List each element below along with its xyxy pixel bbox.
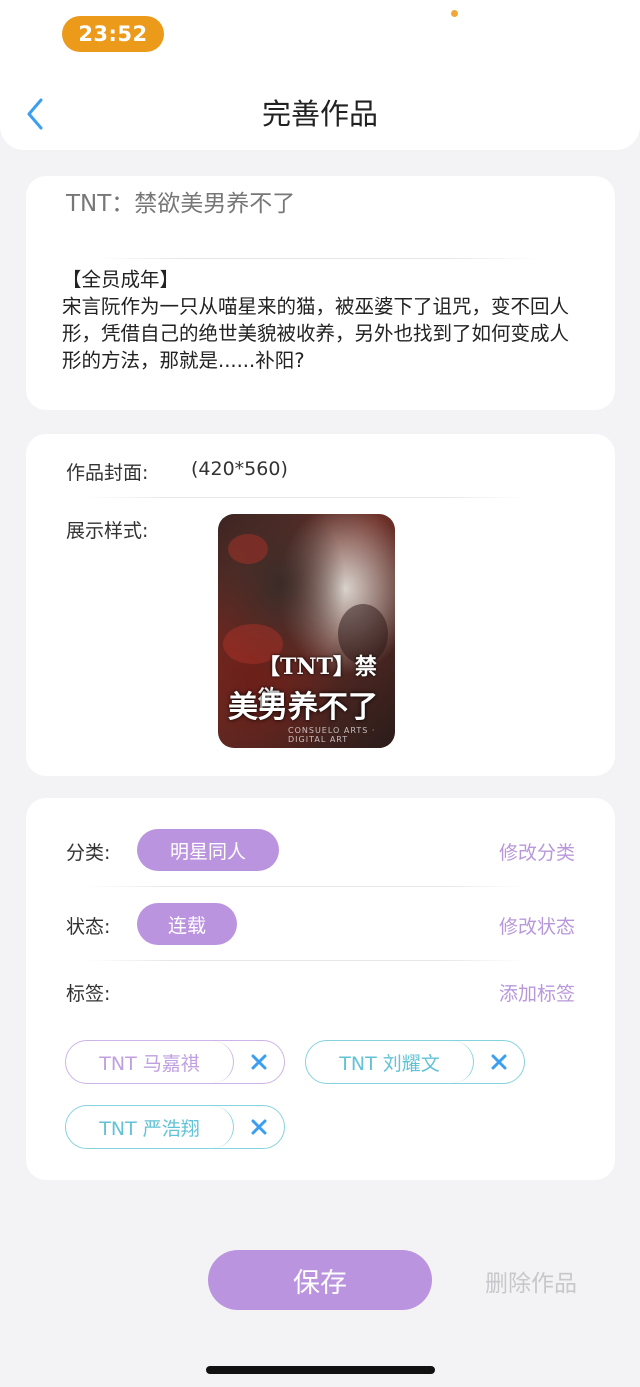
description-line: 【全员成年】 — [62, 268, 180, 291]
cover-card: 作品封面: (420*560) 展示样式: 【TNT】禁欲 美男养不了 CONS… — [26, 434, 615, 776]
cover-subtext: CONSUELO ARTS · DIGITAL ART — [288, 726, 376, 744]
cover-title-line2: 美男养不了 — [228, 690, 378, 725]
home-indicator — [206, 1366, 435, 1374]
work-info-card: TNT：禁欲美男养不了 【全员成年】 宋言阮作为一只从喵星来的猫，被巫婆下了诅咒… — [26, 176, 615, 410]
status-label: 状态: — [66, 916, 111, 938]
meta-card: 分类: 明星同人 修改分类 状态: 连载 修改状态 标签: 添加标签 TNT 马… — [26, 798, 615, 1180]
divider — [86, 886, 526, 887]
display-style-label: 展示样式: — [66, 520, 149, 542]
tag-chip: TNT 马嘉祺 — [65, 1040, 285, 1084]
status-dot — [451, 10, 458, 17]
close-icon — [491, 1054, 507, 1070]
divider — [86, 497, 526, 498]
tags-label: 标签: — [66, 983, 111, 1005]
divider — [86, 960, 526, 961]
tag-chip: TNT 严浩翔 — [65, 1105, 285, 1149]
category-label: 分类: — [66, 842, 111, 864]
description-body: 宋言阮作为一只从喵星来的猫，被巫婆下了诅咒，变不回人形，凭借自己的绝世美貌被收养… — [62, 295, 570, 372]
category-pill[interactable]: 明星同人 — [137, 829, 279, 871]
status-time: 23:52 — [62, 16, 164, 52]
cover-label: 作品封面: — [66, 462, 149, 484]
tag-label: TNT 严浩翔 — [66, 1106, 234, 1148]
tag-label: TNT 马嘉祺 — [66, 1041, 234, 1083]
remove-tag-button[interactable] — [234, 1106, 284, 1148]
page-title: 完善作品 — [261, 97, 378, 131]
close-icon — [251, 1119, 267, 1135]
tag-chip: TNT 刘耀文 — [305, 1040, 525, 1084]
save-button[interactable]: 保存 — [208, 1250, 432, 1310]
edit-status-link[interactable]: 修改状态 — [499, 912, 575, 939]
edit-category-link[interactable]: 修改分类 — [499, 838, 575, 865]
remove-tag-button[interactable] — [234, 1041, 284, 1083]
remove-tag-button[interactable] — [474, 1041, 524, 1083]
close-icon — [251, 1054, 267, 1070]
cover-image[interactable]: 【TNT】禁欲 美男养不了 CONSUELO ARTS · DIGITAL AR… — [218, 514, 395, 748]
header: 23:52 完善作品 — [0, 0, 640, 150]
cover-texture — [228, 534, 268, 564]
delete-work-link[interactable]: 删除作品 — [485, 1264, 577, 1298]
work-title[interactable]: TNT：禁欲美男养不了 — [66, 184, 295, 218]
work-description[interactable]: 【全员成年】 宋言阮作为一只从喵星来的猫，被巫婆下了诅咒，变不回人形，凭借自己的… — [62, 266, 582, 374]
cover-size: (420*560) — [191, 458, 288, 480]
tag-label: TNT 刘耀文 — [306, 1041, 474, 1083]
status-pill[interactable]: 连载 — [137, 903, 237, 945]
add-tag-link[interactable]: 添加标签 — [499, 979, 575, 1006]
divider — [96, 258, 536, 259]
